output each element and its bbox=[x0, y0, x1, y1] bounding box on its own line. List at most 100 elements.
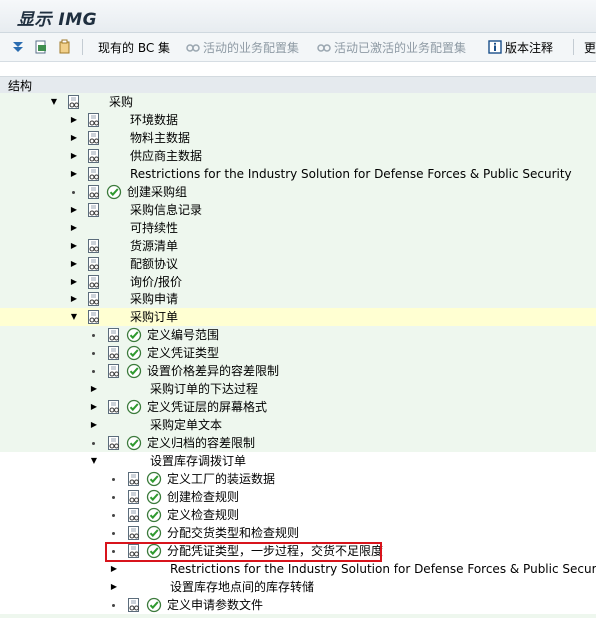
execute-activity-icon[interactable] bbox=[146, 471, 162, 487]
expand-node-icon[interactable]: ▶ bbox=[69, 237, 79, 255]
img-activity-icon[interactable] bbox=[86, 256, 102, 272]
tree-node-label[interactable]: 采购 bbox=[109, 95, 133, 109]
tree-node[interactable]: ▶ 物料主数据 bbox=[0, 129, 596, 147]
tree-node[interactable]: ▶ 采购订单的下达过程 bbox=[0, 380, 596, 398]
tree-node[interactable]: 定义编号范围 bbox=[0, 326, 596, 344]
tree-node[interactable]: ▼ 采购 bbox=[0, 93, 596, 111]
tree-node-label[interactable]: 环境数据 bbox=[130, 113, 178, 127]
expand-node-icon[interactable]: ▶ bbox=[69, 219, 79, 237]
tree-node-label[interactable]: 定义申请参数文件 bbox=[167, 598, 263, 612]
tree-node-label[interactable]: 物料主数据 bbox=[130, 131, 190, 145]
execute-activity-icon[interactable] bbox=[146, 597, 162, 613]
img-activity-icon[interactable] bbox=[86, 309, 102, 325]
expand-node-icon[interactable]: ▶ bbox=[89, 416, 99, 434]
expand-all-button[interactable] bbox=[10, 38, 28, 56]
img-activity-icon[interactable] bbox=[86, 184, 102, 200]
active-bc-sets-button[interactable]: 活动的业务配置集 bbox=[185, 38, 299, 56]
tree-node-label[interactable]: Restrictions for the Industry Solution f… bbox=[130, 167, 572, 181]
expand-node-icon[interactable]: ▶ bbox=[109, 560, 119, 578]
img-activity-icon[interactable] bbox=[86, 166, 102, 182]
find-button[interactable] bbox=[33, 38, 51, 56]
img-activity-icon[interactable] bbox=[106, 345, 122, 361]
execute-activity-icon[interactable] bbox=[126, 399, 142, 415]
img-activity-icon[interactable] bbox=[126, 507, 142, 523]
img-activity-icon[interactable] bbox=[106, 435, 122, 451]
img-activity-icon[interactable] bbox=[86, 274, 102, 290]
tree-node-label[interactable]: 配额协议 bbox=[130, 257, 178, 271]
img-activity-icon[interactable] bbox=[126, 471, 142, 487]
expand-node-icon[interactable]: ▶ bbox=[109, 578, 119, 596]
tree-node-label[interactable]: 定义凭证类型 bbox=[147, 346, 219, 360]
expand-node-icon[interactable]: ▶ bbox=[69, 147, 79, 165]
release-notes-button[interactable]: 版本注释 bbox=[487, 38, 553, 56]
tree-node-label[interactable]: 设置库存调拨订单 bbox=[150, 454, 246, 468]
tree-node[interactable]: ▶ Restrictions for the Industry Solution … bbox=[0, 165, 596, 183]
expand-node-icon[interactable]: ▶ bbox=[69, 111, 79, 129]
expand-node-icon[interactable]: ▶ bbox=[89, 380, 99, 398]
tree-node[interactable]: ▶ 采购定单文本 bbox=[0, 416, 596, 434]
tree-node[interactable]: ▼ 采购订单 bbox=[0, 308, 596, 327]
img-activity-icon[interactable] bbox=[86, 148, 102, 164]
tree-node[interactable]: 定义归档的容差限制 bbox=[0, 434, 596, 452]
tree-node[interactable]: ▶ 采购申请 bbox=[0, 290, 596, 308]
tree-node[interactable]: 分配交货类型和检查规则 bbox=[0, 523, 596, 542]
tree-node[interactable]: ▶ 采购信息记录 bbox=[0, 201, 596, 219]
tree-node-label[interactable]: 设置库存地点间的库存转储 bbox=[170, 580, 314, 594]
expand-node-icon[interactable]: ▶ bbox=[69, 290, 79, 308]
img-activity-icon[interactable] bbox=[66, 94, 82, 110]
tree-node-label[interactable]: 采购订单的下达过程 bbox=[150, 382, 258, 396]
execute-activity-icon[interactable] bbox=[146, 525, 162, 541]
img-activity-icon[interactable] bbox=[86, 130, 102, 146]
tree-node[interactable]: ▶ 供应商主数据 bbox=[0, 147, 596, 165]
execute-activity-icon[interactable] bbox=[126, 327, 142, 343]
tree-node[interactable]: ▶ Restrictions for the Industry Solution … bbox=[0, 559, 596, 578]
execute-activity-icon[interactable] bbox=[146, 507, 162, 523]
execute-activity-icon[interactable] bbox=[126, 363, 142, 379]
expand-node-icon[interactable]: ▶ bbox=[69, 129, 79, 147]
tree-node-label[interactable]: 货源清单 bbox=[130, 239, 178, 253]
tree-node[interactable]: 创建检查规则 bbox=[0, 487, 596, 506]
img-activity-icon[interactable] bbox=[126, 525, 142, 541]
tree-node-label[interactable]: 采购订单 bbox=[130, 310, 178, 324]
tree-node-label[interactable]: 定义编号范围 bbox=[147, 328, 219, 342]
tree-node[interactable]: ▼ 设置库存调拨订单 bbox=[0, 452, 596, 470]
tree-node[interactable]: 设置价格差异的容差限制 bbox=[0, 362, 596, 380]
tree-node-label[interactable]: 采购信息记录 bbox=[130, 203, 202, 217]
tree-node-label[interactable]: 采购申请 bbox=[130, 292, 178, 306]
tree-node-label[interactable]: 供应商主数据 bbox=[130, 149, 202, 163]
tree-node[interactable]: 定义检查规则 bbox=[0, 505, 596, 524]
img-activity-icon[interactable] bbox=[126, 489, 142, 505]
tree-node-label[interactable]: 询价/报价 bbox=[130, 275, 182, 289]
more-button[interactable]: 更 bbox=[584, 38, 596, 56]
tree-node[interactable]: ▶ 货源清单 bbox=[0, 237, 596, 255]
img-activity-icon[interactable] bbox=[86, 202, 102, 218]
tree-node[interactable]: 创建采购组 bbox=[0, 183, 596, 201]
execute-activity-icon[interactable] bbox=[146, 489, 162, 505]
img-activity-icon[interactable] bbox=[106, 327, 122, 343]
img-activity-icon[interactable] bbox=[106, 363, 122, 379]
expand-node-icon[interactable]: ▶ bbox=[69, 165, 79, 183]
img-activity-icon[interactable] bbox=[106, 399, 122, 415]
expand-node-icon[interactable]: ▶ bbox=[69, 273, 79, 291]
execute-activity-icon[interactable] bbox=[126, 435, 142, 451]
img-activity-icon[interactable] bbox=[86, 238, 102, 254]
activated-bc-sets-button[interactable]: 活动已激活的业务配置集 bbox=[316, 38, 466, 56]
tree-node-label[interactable]: 定义归档的容差限制 bbox=[147, 436, 255, 450]
tree-node-label[interactable]: 分配交货类型和检查规则 bbox=[167, 526, 299, 540]
img-activity-icon[interactable] bbox=[126, 597, 142, 613]
tree-node[interactable]: ▶ 可持续性 bbox=[0, 219, 596, 237]
tree-node-label[interactable]: 采购定单文本 bbox=[150, 418, 222, 432]
execute-activity-icon[interactable] bbox=[106, 184, 122, 200]
collapse-node-icon[interactable]: ▼ bbox=[49, 93, 59, 111]
tree-node[interactable]: ▶ 环境数据 bbox=[0, 111, 596, 129]
tree-node[interactable]: 定义凭证类型 bbox=[0, 344, 596, 362]
collapse-node-icon[interactable]: ▼ bbox=[69, 308, 79, 326]
expand-node-icon[interactable]: ▶ bbox=[89, 398, 99, 416]
current-bc-sets-button[interactable]: 现有的 BC 集 bbox=[98, 38, 170, 56]
tree-node-label[interactable]: 创建检查规则 bbox=[167, 490, 239, 504]
tree-node-label[interactable]: 创建采购组 bbox=[127, 185, 187, 199]
tree-node-label[interactable]: 定义凭证层的屏幕格式 bbox=[147, 400, 267, 414]
collapse-node-icon[interactable]: ▼ bbox=[89, 452, 99, 470]
paste-button[interactable] bbox=[56, 38, 74, 56]
tree-node[interactable]: 定义工厂的装运数据 bbox=[0, 469, 596, 488]
